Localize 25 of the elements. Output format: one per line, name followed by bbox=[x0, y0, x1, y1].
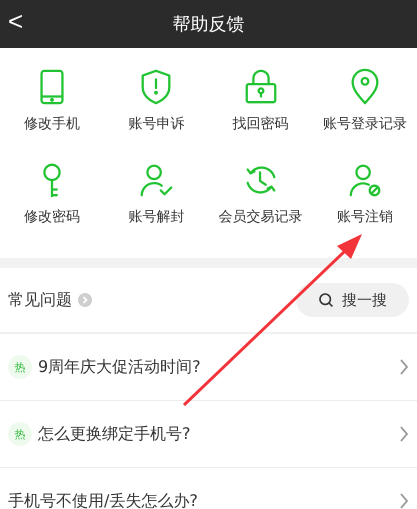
chevron-icon bbox=[399, 492, 409, 509]
service-label[interactable]: 修改密码 bbox=[24, 208, 80, 226]
hot-badge: 热 bbox=[8, 355, 32, 379]
search-icon bbox=[318, 292, 334, 308]
service-label[interactable]: 修改手机 bbox=[24, 115, 80, 133]
page-title: 帮助反馈 bbox=[172, 13, 244, 36]
faq-item[interactable]: 热 9周年庆大促活动时间? bbox=[0, 334, 417, 401]
service-label[interactable]: 账号注销 bbox=[336, 208, 393, 226]
faq-item[interactable]: 热 怎么更换绑定手机号? bbox=[0, 401, 417, 468]
service-label[interactable]: 账号登录记录 bbox=[322, 115, 407, 133]
question-text: 手机号不使用/丢失怎么办? bbox=[8, 490, 199, 509]
chevron-icon[interactable] bbox=[78, 293, 92, 307]
hot-badge: 热 bbox=[8, 422, 32, 446]
back-button[interactable]: < bbox=[8, 6, 24, 37]
question-text: 9周年庆大促活动时间? bbox=[38, 356, 202, 378]
search-button[interactable]: 搜一搜 bbox=[296, 283, 409, 317]
service-label[interactable]: 账号解封 bbox=[128, 208, 184, 226]
chevron-icon bbox=[399, 358, 409, 376]
faq-item[interactable]: 手机号不使用/丢失怎么办? bbox=[0, 468, 417, 509]
question-text: 怎么更换绑定手机号? bbox=[38, 424, 192, 444]
service-label[interactable]: 账号申诉 bbox=[128, 115, 184, 133]
service-label[interactable]: 会员交易记录 bbox=[218, 208, 303, 226]
chevron-icon bbox=[399, 425, 409, 443]
section-title: 常见问题 bbox=[8, 290, 72, 310]
service-label[interactable]: 找回密码 bbox=[232, 115, 289, 133]
